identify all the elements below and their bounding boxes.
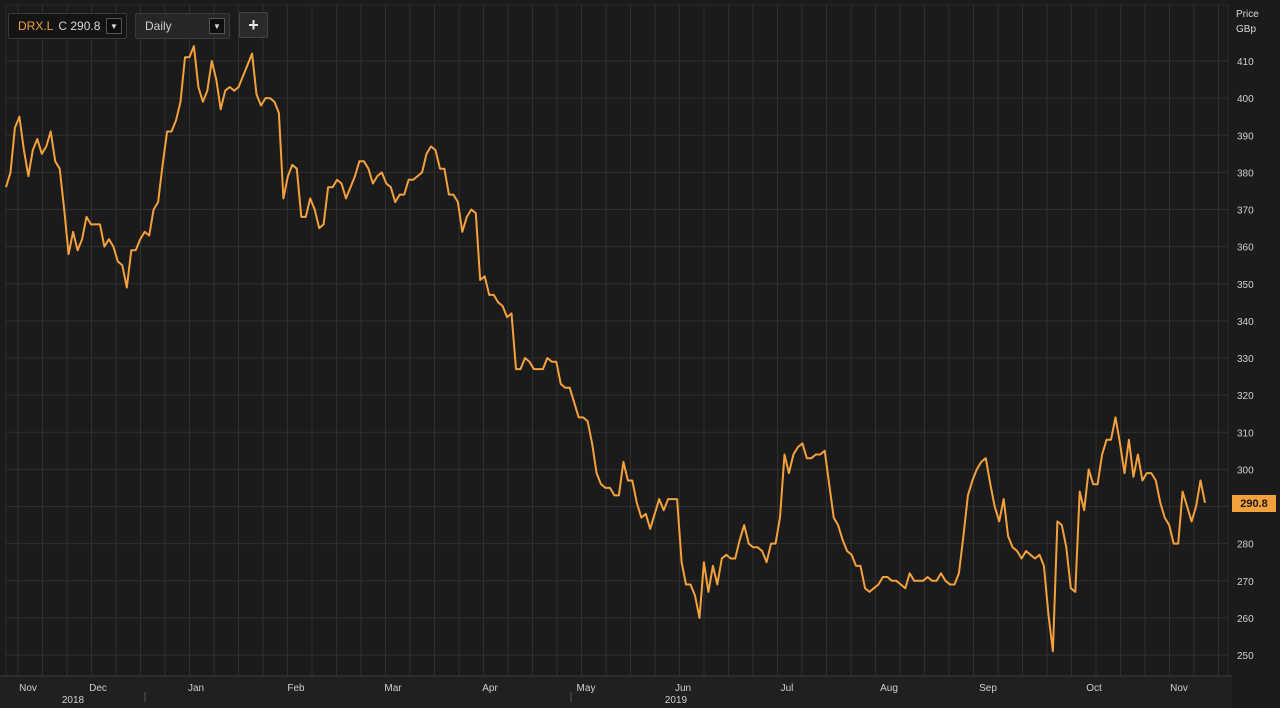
price-label: Price [1236,9,1259,20]
chevron-down-icon[interactable]: ▼ [106,18,122,34]
symbol-selector[interactable]: DRX.L C 290.8 ▼ [8,13,127,39]
last-price-badge: 290.8 [1232,495,1276,512]
chevron-down-icon[interactable]: ▼ [209,18,225,34]
currency-label: GBp [1236,24,1257,35]
x-tick-label: Oct [1086,683,1102,694]
plus-icon: + [248,14,259,35]
symbol-label: DRX.L [18,19,54,33]
x-tick-label: Dec [89,683,107,694]
x-tick-label: Aug [880,683,898,694]
y-tick-label: 410 [1237,57,1254,68]
x-tick-label: Apr [482,683,498,694]
y-tick-label: 280 [1237,540,1254,551]
x-tick-label: Feb [287,683,305,694]
x-tick-label: May [577,683,596,694]
y-tick-label: 380 [1237,168,1254,179]
interval-label: Daily [145,19,172,33]
x-tick-label: Sep [979,683,997,694]
y-tick-label: 260 [1237,614,1254,625]
y-tick-label: 340 [1237,317,1254,328]
y-tick-label: 300 [1237,465,1254,476]
price-axis-title: Price GBp [1236,7,1259,37]
y-tick-label: 320 [1237,391,1254,402]
price-chart[interactable]: 2502602702802903003103203303403503603703… [0,0,1280,708]
y-tick-label: 310 [1237,428,1254,439]
y-tick-label: 390 [1237,131,1254,142]
x-year-label: 2018 [62,695,85,706]
y-tick-label: 270 [1237,577,1254,588]
x-year-label: 2019 [665,695,688,706]
x-tick-label: Nov [19,683,37,694]
chart-window: 2502602702802903003103203303403503603703… [0,0,1280,708]
y-tick-label: 400 [1237,94,1254,105]
y-tick-label: 250 [1237,651,1254,662]
close-price-label: C 290.8 [58,19,101,33]
y-tick-label: 330 [1237,354,1254,365]
interval-selector[interactable]: Daily ▼ [135,13,230,39]
x-tick-label: Mar [384,683,402,694]
x-tick-label: Jan [188,683,204,694]
add-button[interactable]: + [239,12,268,38]
y-tick-label: 370 [1237,206,1254,217]
x-axis-band [0,676,1232,708]
x-tick-label: Jul [781,683,794,694]
y-tick-label: 360 [1237,243,1254,254]
x-tick-label: Jun [675,683,691,694]
x-tick-label: Nov [1170,683,1188,694]
y-tick-label: 350 [1237,280,1254,291]
